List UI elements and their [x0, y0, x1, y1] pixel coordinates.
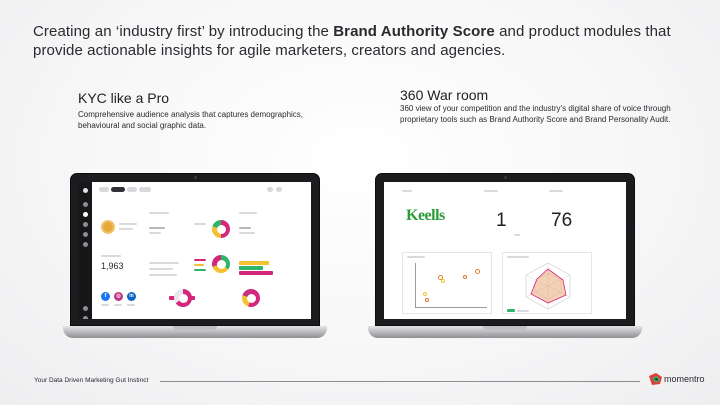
section-label-line — [149, 212, 169, 214]
location-line-2 — [149, 268, 173, 270]
war-room-screen: Keells 1 76 — [384, 182, 626, 319]
legend-line-2 — [194, 259, 206, 261]
metric-2-value: 76 — [551, 210, 573, 231]
legend-line-3 — [194, 264, 204, 266]
legend-line-1 — [194, 223, 206, 225]
interest-bar-2 — [239, 266, 263, 270]
war-room-laptop: Keells 1 76 — [368, 173, 642, 338]
sidebar-profile-icon[interactable] — [83, 316, 88, 319]
sidebar-reports-icon[interactable] — [83, 232, 88, 237]
avatar — [101, 220, 115, 234]
laptop-base — [63, 326, 327, 338]
linkedin-icon[interactable]: in — [127, 292, 136, 301]
kyc-title: KYC like a Pro — [78, 90, 170, 106]
tab-content[interactable] — [127, 187, 137, 192]
demographic-line — [149, 227, 165, 229]
location-line — [149, 262, 179, 264]
legend-line-4 — [194, 269, 206, 271]
laptop-lid: 1,963 f ◎ in — [70, 173, 320, 326]
interest-bar-3 — [239, 271, 273, 275]
demographic-line-2 — [149, 232, 161, 234]
facebook-stat-line — [101, 304, 109, 306]
scatter-point — [475, 269, 480, 274]
metric-1-label-line — [484, 190, 498, 192]
sidebar-logo-icon[interactable] — [83, 188, 88, 193]
linkedin-stat-line — [127, 304, 135, 306]
kyc-dashboard-screen: 1,963 f ◎ in — [79, 182, 311, 319]
follower-count: 1,963 — [101, 261, 124, 271]
interest-bar-1 — [239, 261, 269, 265]
slide-headline: Creating an ‘industry first’ by introduc… — [33, 22, 693, 60]
metric-1-value: 1 — [496, 210, 507, 231]
notification-icon[interactable] — [267, 187, 273, 192]
right-line-2 — [239, 232, 255, 234]
laptop-base — [368, 326, 642, 338]
momentro-logo-icon — [649, 373, 662, 385]
followers-label-line — [101, 255, 121, 257]
headline-prefix: Creating an ‘industry first’ by introduc… — [33, 23, 334, 40]
footer-tagline: Your Data Driven Marketing Gut Instinct — [34, 377, 149, 384]
war-room-description: 360 view of your competition and the ind… — [400, 104, 671, 124]
interest-donut — [242, 289, 260, 307]
brand-label-line — [402, 190, 412, 192]
profile-handle-line — [119, 228, 133, 230]
age-donut — [212, 255, 230, 273]
gender-donut — [212, 220, 230, 238]
tab-audience[interactable] — [111, 187, 125, 192]
right-label-line — [239, 212, 257, 214]
footer-divider — [160, 381, 640, 382]
engagement-donut — [174, 289, 192, 307]
laptop-notch — [173, 326, 217, 330]
keells-logo: Keells — [406, 207, 445, 224]
radar-legend-line — [517, 310, 529, 312]
instagram-stat-line — [114, 304, 122, 306]
war-room-title: 360 War room — [400, 87, 489, 103]
sidebar-insights-icon[interactable] — [83, 222, 88, 227]
brand-personality-radar — [525, 262, 571, 310]
account-icon[interactable] — [276, 187, 282, 192]
scatter-x-axis — [415, 307, 487, 308]
radar-legend-swatch — [507, 309, 515, 312]
scatter-point — [463, 275, 467, 279]
metric-2-label-line — [549, 190, 563, 192]
laptop-notch — [483, 326, 527, 330]
right-line-1 — [239, 227, 251, 229]
sidebar-home-icon[interactable] — [83, 202, 88, 207]
profile-name-line — [119, 223, 137, 225]
headline-bold: Brand Authority Score — [333, 23, 495, 40]
metric-1-sub-line — [514, 234, 520, 236]
tab-reports[interactable] — [139, 187, 151, 192]
scatter-title-line — [407, 256, 425, 258]
scatter-y-axis — [415, 263, 416, 307]
sidebar-settings-icon[interactable] — [83, 242, 88, 247]
scatter-point — [441, 279, 445, 283]
facebook-icon[interactable]: f — [101, 292, 110, 301]
scatter-panel — [402, 252, 492, 314]
momentro-brand-name: momentro — [664, 374, 705, 384]
sidebar-audience-icon[interactable] — [83, 212, 88, 217]
scatter-point — [423, 292, 427, 296]
camera-dot — [193, 176, 197, 179]
camera-dot — [503, 176, 507, 179]
location-line-3 — [149, 274, 177, 276]
dashboard-sidebar — [79, 182, 92, 319]
sidebar-help-icon[interactable] — [83, 306, 88, 311]
laptop-lid: Keells 1 76 — [375, 173, 635, 326]
kyc-laptop: 1,963 f ◎ in — [63, 173, 327, 338]
scatter-point — [425, 298, 429, 302]
radar-panel — [502, 252, 592, 314]
kyc-description: Comprehensive audience analysis that cap… — [78, 110, 304, 130]
instagram-icon[interactable]: ◎ — [114, 292, 123, 301]
tab-overview[interactable] — [99, 187, 109, 192]
